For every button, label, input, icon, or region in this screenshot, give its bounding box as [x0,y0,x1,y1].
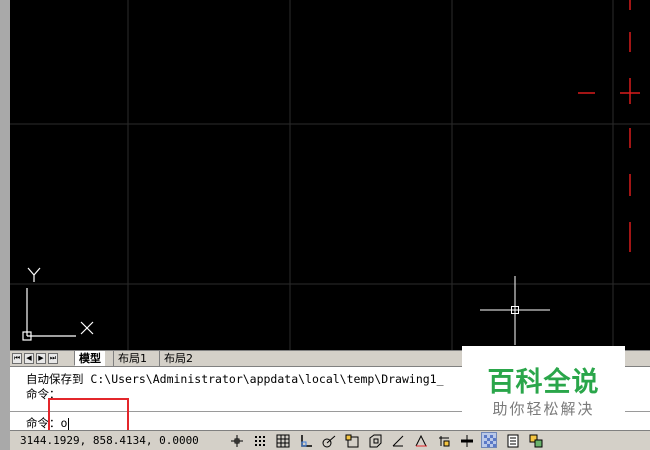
infer-constraints-icon [231,435,243,447]
dynamic-input-toggle[interactable] [435,432,451,448]
watermark-title: 百科全说 [487,367,600,398]
object-snap-toggle[interactable] [343,432,359,448]
tab-layout1[interactable]: 布局1 [113,351,151,366]
prev-tab-button[interactable]: ◀ [24,353,34,364]
selection-cycling-toggle[interactable] [527,432,543,448]
tab-layout2[interactable]: 布局2 [159,351,197,366]
command-history-line: 自动保存到 C:\Users\Administrator\appdata\loc… [26,372,444,386]
next-tab-button[interactable]: ▶ [36,353,46,364]
quick-properties-icon [507,434,519,448]
selection-cycling-icon [529,434,543,448]
left-border [0,0,10,450]
quick-properties-toggle[interactable] [504,432,520,448]
object-snap-tracking-toggle[interactable] [389,432,405,448]
ortho-mode-icon [301,435,312,447]
highlight-box [48,398,129,432]
object-snap-icon [345,434,359,448]
watermark-subtitle: 助你轻松解决 [492,400,595,418]
drawing-canvas[interactable] [0,0,650,350]
ortho-mode-toggle[interactable] [297,432,313,448]
last-tab-button[interactable]: ⏭ [48,353,58,364]
status-bar: 3144.1929, 858.4134, 0.0000 [10,430,650,450]
dynamic-ucs-icon [415,434,427,447]
ucs-icon [22,267,94,341]
object-snap-tracking-icon [392,435,404,447]
transparency-toggle[interactable] [481,432,497,448]
coordinate-readout[interactable]: 3144.1929, 858.4134, 0.0000 [20,434,199,447]
tab-model[interactable]: 模型 [74,351,105,366]
3d-object-snap-icon [369,434,382,448]
snap-mode-icon [255,436,265,446]
first-tab-button[interactable]: ⏮ [12,353,22,364]
polar-tracking-toggle[interactable] [320,432,336,448]
polar-tracking-icon [322,435,336,448]
model-space[interactable] [0,0,650,350]
crosshair-cursor [480,276,550,345]
grid-display-icon [276,434,290,448]
grid-display-toggle[interactable] [274,432,290,448]
3d-object-snap-toggle[interactable] [366,432,382,448]
snap-mode-toggle[interactable] [251,432,267,448]
transparency-icon [484,435,496,447]
watermark: 百科全说 助你轻松解决 [462,346,625,428]
infer-constraints-toggle[interactable] [228,432,244,448]
dynamic-input-icon [439,436,450,447]
grid-lines [10,0,650,350]
lineweight-toggle[interactable] [458,432,474,448]
dynamic-ucs-toggle[interactable] [412,432,428,448]
lineweight-icon [461,435,473,447]
red-construction-line [578,0,640,252]
